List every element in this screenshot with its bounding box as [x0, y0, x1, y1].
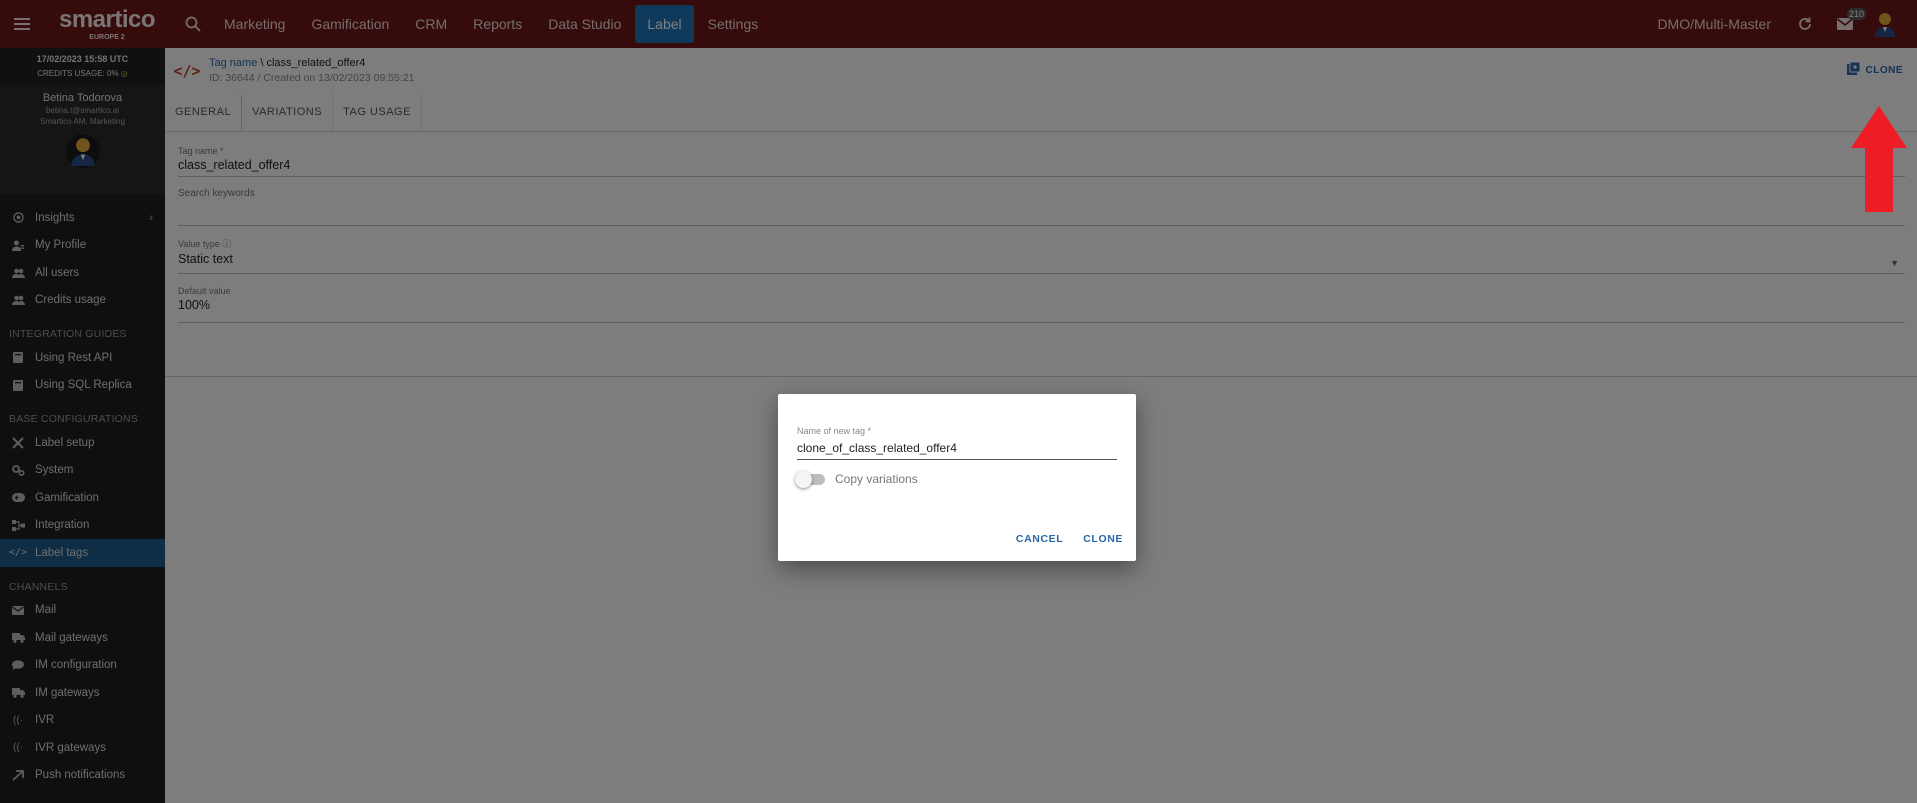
new-tag-name-input[interactable]: clone_of_class_related_offer4 [797, 441, 1117, 460]
clone-confirm-button[interactable]: CLONE [1083, 533, 1123, 545]
new-tag-name-label: Name of new tag * [797, 426, 872, 436]
copy-variations-label: Copy variations [835, 472, 918, 486]
copy-variations-row: Copy variations [795, 470, 1117, 488]
toggle-knob [795, 470, 812, 488]
clone-tag-dialog: Name of new tag * clone_of_class_related… [778, 394, 1136, 561]
dialog-actions: CANCEL CLONE [996, 533, 1123, 545]
copy-variations-toggle[interactable] [795, 470, 825, 488]
cancel-button[interactable]: CANCEL [1016, 533, 1063, 545]
red-arrow-annotation [1851, 106, 1907, 212]
arrow-up-icon [1851, 106, 1907, 212]
